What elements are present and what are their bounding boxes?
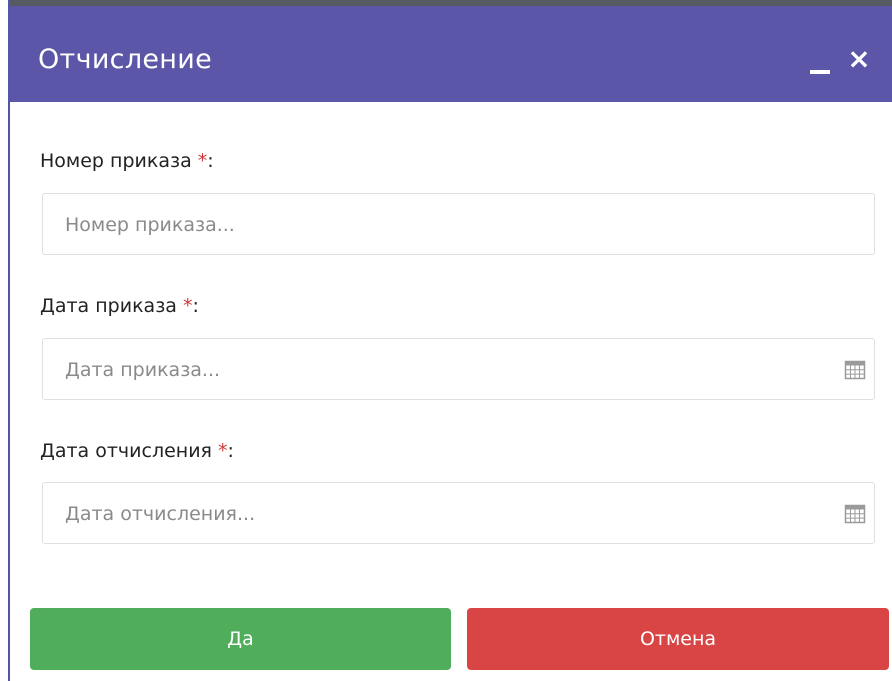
expulsion-dialog: Отчисление × Номер приказа *: Дата прика…	[8, 0, 892, 681]
yes-button[interactable]: Да	[30, 608, 451, 670]
minimize-button[interactable]	[810, 52, 832, 74]
label-colon: :	[207, 150, 214, 172]
cancel-button[interactable]: Отмена	[467, 608, 889, 670]
order-date-label: Дата приказа *:	[40, 295, 199, 317]
required-mark: *	[197, 150, 208, 172]
order-date-field	[42, 338, 875, 401]
expulsion-date-input[interactable]	[63, 483, 827, 545]
calendar-icon[interactable]	[844, 358, 866, 380]
order-number-label-text: Номер приказа	[40, 150, 192, 172]
expulsion-date-field	[42, 482, 875, 545]
close-button[interactable]: ×	[846, 44, 872, 74]
calendar-icon[interactable]	[844, 502, 866, 524]
label-colon: :	[227, 440, 234, 462]
expulsion-date-label: Дата отчисления *:	[40, 440, 234, 462]
minimize-icon	[810, 70, 830, 74]
order-number-label: Номер приказа *:	[40, 150, 214, 172]
dialog-header: Отчисление ×	[10, 6, 892, 102]
order-number-input[interactable]	[63, 194, 827, 256]
order-number-field	[42, 193, 875, 256]
label-colon: :	[192, 295, 199, 317]
order-date-input[interactable]	[63, 339, 827, 401]
order-date-label-text: Дата приказа	[40, 295, 177, 317]
required-mark: *	[218, 440, 228, 462]
expulsion-date-label-text: Дата отчисления	[40, 440, 212, 462]
dialog-title: Отчисление	[38, 44, 213, 75]
